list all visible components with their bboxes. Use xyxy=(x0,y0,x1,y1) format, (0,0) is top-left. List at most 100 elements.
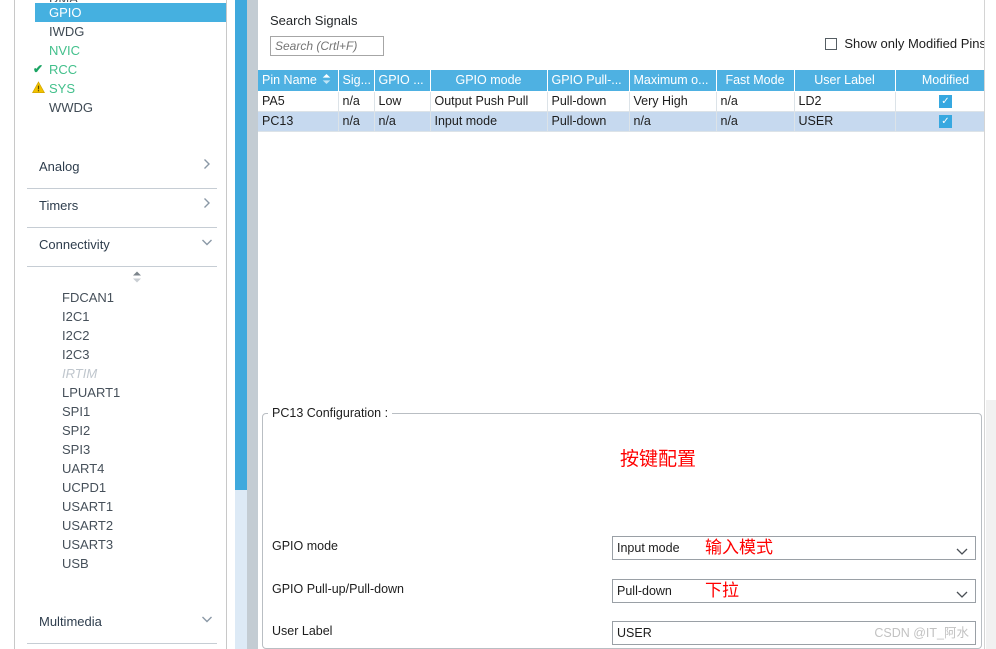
table-header-gpio[interactable]: GPIO ... xyxy=(374,70,431,92)
sidebar-item-i2c1[interactable]: I2C1 xyxy=(15,307,226,326)
right-scroll-track[interactable] xyxy=(986,400,996,649)
sidebar-item-gpio[interactable]: GPIO xyxy=(35,3,226,22)
modified-check-icon[interactable]: ✓ xyxy=(939,95,952,109)
table-cell-fast-mode[interactable]: n/a xyxy=(716,111,795,132)
table-header-fast-mode[interactable]: Fast Mode xyxy=(716,70,795,92)
header-label: Fast Mode xyxy=(725,73,785,88)
table-cell-maximum-o[interactable]: n/a xyxy=(629,111,717,132)
sidebar-peek-item[interactable]: DMA xyxy=(15,0,226,2)
table-row[interactable]: PC13 n/a n/a Input mode Pull-down n/a n/a USER ✓ xyxy=(258,111,996,132)
sidebar-item-usart2[interactable]: USART2 xyxy=(15,516,226,535)
sidebar-item-usb[interactable]: USB xyxy=(15,554,226,573)
dropdown-gpio-pull-up-pull-down[interactable]: Pull-down 下拉 xyxy=(612,579,976,603)
sidebar-item-usart1[interactable]: USART1 xyxy=(15,497,226,516)
table-cell-modified[interactable]: ✓ xyxy=(895,111,996,132)
table-cell-maximum-o[interactable]: Very High xyxy=(629,91,717,112)
table-cell-sig[interactable]: n/a xyxy=(338,111,375,132)
header-label: GPIO mode xyxy=(455,73,522,88)
pin-table: Pin Name Sig... GPIO ... GPIO mode GPIO Pull… xyxy=(258,70,996,132)
sidebar-item-iwdg[interactable]: IWDG xyxy=(15,22,226,41)
sidebar-item-uart4[interactable]: UART4 xyxy=(15,459,226,478)
header-label: Modified xyxy=(921,73,970,88)
modified-check-icon[interactable]: ✓ xyxy=(939,115,952,129)
sidebar-item-sys[interactable]: SYS xyxy=(15,79,226,98)
table-header-modified[interactable]: Modified xyxy=(895,70,996,92)
table-header-gpio-mode[interactable]: GPIO mode xyxy=(430,70,548,92)
config-label: GPIO Pull-up/Pull-down xyxy=(272,582,405,596)
chevron-down-icon[interactable] xyxy=(955,542,969,555)
dropdown-gpio-mode[interactable]: Input mode 输入模式 xyxy=(612,536,976,560)
right-scroll-strip[interactable] xyxy=(984,0,996,649)
category-label: Multimedia xyxy=(39,614,102,629)
header-label: GPIO ... xyxy=(378,73,424,88)
table-header-maximum-o[interactable]: Maximum o... xyxy=(629,70,717,92)
annotation-note: 下拉 xyxy=(705,581,739,601)
checkbox-box[interactable] xyxy=(825,37,838,50)
table-cell-user-label[interactable]: LD2 xyxy=(794,91,896,112)
sidebar-scrollbar-thumb[interactable] xyxy=(235,0,247,490)
sidebar-item-label: SYS xyxy=(49,81,76,96)
category-label: Connectivity xyxy=(39,237,110,252)
sidebar-item-fdcan1[interactable]: FDCAN1 xyxy=(15,288,226,307)
table-cell-gpio[interactable]: Low xyxy=(374,91,431,112)
table-header-user-label[interactable]: User Label xyxy=(794,70,896,92)
sidebar-category-analog[interactable]: Analog xyxy=(27,156,217,189)
checkbox-label: Show only Modified Pins xyxy=(844,36,986,51)
table-cell-pin-name[interactable]: PC13 xyxy=(258,111,339,132)
table-cell-fast-mode[interactable]: n/a xyxy=(716,91,795,112)
chevron-down-icon xyxy=(200,611,214,627)
field-value: Input mode xyxy=(617,541,680,555)
table-cell-gpio-pull[interactable]: Pull-down xyxy=(547,91,630,112)
annotation-config-title: 按键配置 xyxy=(620,448,697,470)
sidebar-category-timers[interactable]: Timers xyxy=(27,195,217,228)
show-only-modified-pins-checkbox[interactable]: Show only Modified Pins xyxy=(825,36,986,51)
table-header-gpio-pull[interactable]: GPIO Pull-... xyxy=(547,70,630,92)
table-header-pin-name[interactable]: Pin Name xyxy=(258,70,339,92)
table-cell-user-label[interactable]: USER xyxy=(794,111,896,132)
config-group-legend: PC13 Configuration : xyxy=(268,406,393,420)
sidebar-item-irtim: IRTIM xyxy=(62,366,98,381)
sidebar-item-ucpd1[interactable]: UCPD1 xyxy=(15,478,226,497)
sidebar-item-label: NVIC xyxy=(49,43,81,58)
sidebar-item-rcc[interactable]: ✔ RCC xyxy=(15,60,226,79)
table-cell-gpio[interactable]: n/a xyxy=(374,111,431,132)
category-label: Analog xyxy=(39,159,80,174)
table-row[interactable]: PA5 n/a Low Output Push Pull Pull-down Very H… xyxy=(258,91,996,112)
sort-updown-icon[interactable] xyxy=(130,270,144,284)
table-cell-sig[interactable]: n/a xyxy=(338,91,375,112)
sidebar-item-i2c2[interactable]: I2C2 xyxy=(15,326,226,345)
sidebar-item-lpuart1[interactable]: LPUART1 xyxy=(15,383,226,402)
header-label: Pin Name xyxy=(262,72,317,87)
sidebar-item-spi3[interactable]: SPI3 xyxy=(15,440,226,459)
table-cell-gpio-mode[interactable]: Input mode xyxy=(430,111,548,132)
table-cell-gpio-pull[interactable]: Pull-down xyxy=(547,111,630,132)
cubemx-pinout-configuration-window: DMA GPIO IWDG NVIC ✔ RCC SYS WWDG Analog Timer… xyxy=(0,0,996,649)
sidebar-item-nvic[interactable]: NVIC xyxy=(15,41,226,60)
table-cell-pin-name[interactable]: PA5 xyxy=(258,91,339,112)
panel-divider xyxy=(247,0,258,649)
chevron-down-icon[interactable] xyxy=(955,585,969,598)
table-cell-gpio-mode[interactable]: Output Push Pull xyxy=(430,91,548,112)
config-label: GPIO mode xyxy=(272,539,338,553)
sidebar-item-wwdg[interactable]: WWDG xyxy=(15,98,226,117)
sidebar-category-multimedia[interactable]: Multimedia xyxy=(27,611,217,644)
input-user-label[interactable]: USER CSDN @IT_阿水 xyxy=(612,621,976,645)
field-value: USER xyxy=(617,626,652,640)
sidebar-item-i2c3[interactable]: I2C3 xyxy=(15,345,226,364)
field-value: Pull-down xyxy=(617,584,672,598)
watermark-text: CSDN @IT_阿水 xyxy=(874,626,969,640)
sidebar-scrollbar[interactable] xyxy=(235,0,247,649)
sort-ascending-icon[interactable] xyxy=(321,73,332,88)
chevron-right-icon xyxy=(200,195,214,211)
sidebar-item-usart3[interactable]: USART3 xyxy=(15,535,226,554)
check-icon: ✔ xyxy=(32,62,44,76)
sidebar-item-spi2[interactable]: SPI2 xyxy=(15,421,226,440)
search-input[interactable] xyxy=(270,36,384,56)
left-margin xyxy=(0,0,14,649)
table-header-sig[interactable]: Sig... xyxy=(338,70,375,92)
table-cell-modified[interactable]: ✓ xyxy=(895,91,996,112)
sidebar-category-connectivity[interactable]: Connectivity xyxy=(27,234,217,267)
connectivity-peripheral-list: FDCAN1 I2C1 I2C2 I2C3 IRTIM LPUART1 SPI1 SPI2 SP… xyxy=(15,288,226,573)
sidebar-item-spi1[interactable]: SPI1 xyxy=(15,402,226,421)
config-row: GPIO Pull-up/Pull-down Pull-down 下拉 xyxy=(263,579,983,603)
